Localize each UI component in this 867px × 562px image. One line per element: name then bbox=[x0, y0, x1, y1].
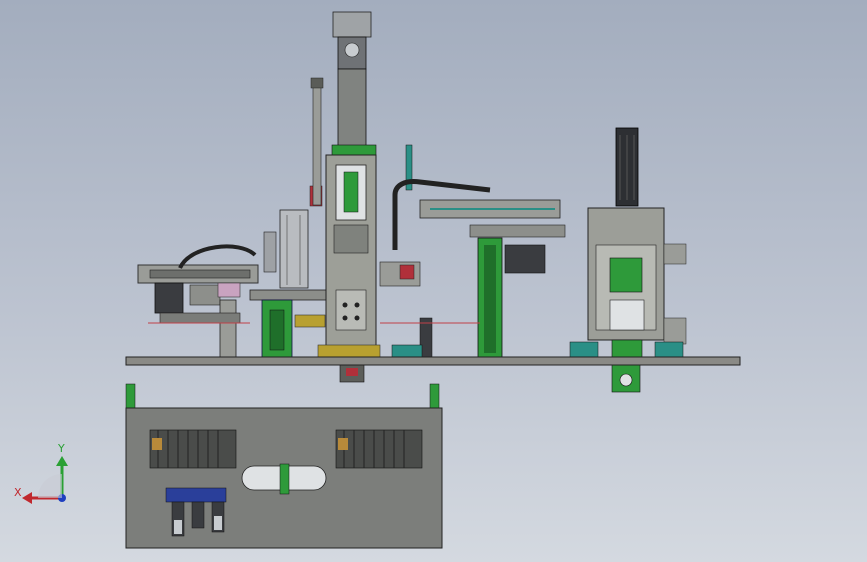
y-axis-label: Y bbox=[57, 442, 65, 455]
electrical-panel[interactable] bbox=[125, 383, 443, 549]
x-axis-label: X bbox=[14, 486, 22, 499]
cylinder-motor bbox=[332, 11, 372, 38]
base-plate bbox=[125, 356, 741, 366]
left-tooling[interactable] bbox=[249, 77, 331, 359]
terminal-block-right bbox=[335, 429, 423, 469]
arm-slide bbox=[469, 224, 566, 238]
left-feeder[interactable] bbox=[137, 244, 259, 359]
press-die bbox=[335, 289, 367, 331]
tall-rod bbox=[312, 84, 322, 206]
press-column[interactable] bbox=[317, 11, 381, 383]
cad-drawing[interactable]: Y X bbox=[0, 0, 867, 562]
feeder-rail-inner bbox=[149, 269, 251, 279]
feeder-lower-rail bbox=[159, 312, 241, 324]
arm-gripper bbox=[504, 244, 546, 274]
feeder-motor bbox=[154, 282, 184, 314]
transfer-arm[interactable] bbox=[379, 144, 566, 359]
feeder-post bbox=[219, 299, 237, 359]
press-ram bbox=[333, 224, 369, 254]
tool-yellow-block bbox=[294, 314, 326, 328]
axis-triad: Y X bbox=[14, 442, 68, 504]
feeder-block-pink bbox=[217, 282, 241, 298]
tool-table bbox=[249, 289, 331, 301]
tool-slide bbox=[263, 231, 277, 273]
press-top-cap bbox=[331, 144, 377, 156]
cad-viewport[interactable]: Y X bbox=[0, 0, 867, 562]
press-base-block bbox=[317, 344, 381, 358]
cylinder-shaft bbox=[337, 68, 367, 150]
terminal-block-left bbox=[149, 429, 237, 469]
feeder-bracket bbox=[189, 284, 221, 306]
gear-green-block bbox=[609, 257, 643, 293]
servo-station[interactable] bbox=[569, 127, 687, 393]
tool-column bbox=[279, 209, 309, 289]
